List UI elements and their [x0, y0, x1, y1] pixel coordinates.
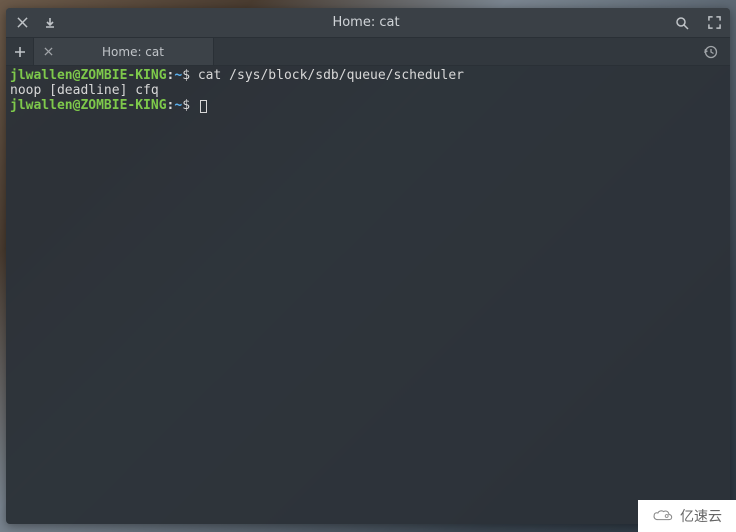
tabbar-spacer: [214, 38, 692, 65]
tab-label: Home: cat: [63, 45, 203, 59]
watermark: 亿速云: [638, 500, 736, 532]
prompt-user-host: jlwallen@ZOMBIE-KING: [10, 98, 167, 113]
search-icon[interactable]: [674, 15, 690, 31]
titlebar-left-controls: [14, 15, 58, 31]
fullscreen-icon[interactable]: [706, 15, 722, 31]
prompt-symbol: $: [182, 98, 190, 113]
output-text: noop [deadline] cfq: [10, 83, 159, 98]
titlebar-right-controls: [674, 15, 722, 31]
terminal-line-prompt: jlwallen@ZOMBIE-KING:~$: [10, 98, 726, 113]
tab-home-cat[interactable]: Home: cat: [34, 38, 214, 65]
cloud-logo-icon: [652, 508, 674, 524]
terminal-window: Home: cat Home: cat jlwallen@ZOMBIE-KING…: [6, 8, 730, 524]
tab-close-icon[interactable]: [44, 47, 53, 56]
close-window-icon[interactable]: [14, 15, 30, 31]
titlebar: Home: cat: [6, 8, 730, 38]
download-icon[interactable]: [42, 15, 58, 31]
tabbar: Home: cat: [6, 38, 730, 66]
prompt-user-host: jlwallen@ZOMBIE-KING: [10, 68, 167, 83]
terminal-line-output: noop [deadline] cfq: [10, 83, 726, 98]
terminal-viewport[interactable]: jlwallen@ZOMBIE-KING:~$ cat /sys/block/s…: [6, 66, 730, 524]
window-title: Home: cat: [58, 15, 674, 30]
terminal-line-command: jlwallen@ZOMBIE-KING:~$ cat /sys/block/s…: [10, 68, 726, 83]
command-text: cat /sys/block/sdb/queue/scheduler: [198, 68, 464, 83]
prompt-symbol: $: [182, 68, 190, 83]
tabbar-history-icon[interactable]: [692, 38, 730, 65]
new-tab-button[interactable]: [6, 38, 34, 65]
cursor-icon: [200, 100, 207, 113]
watermark-text: 亿速云: [680, 506, 722, 526]
